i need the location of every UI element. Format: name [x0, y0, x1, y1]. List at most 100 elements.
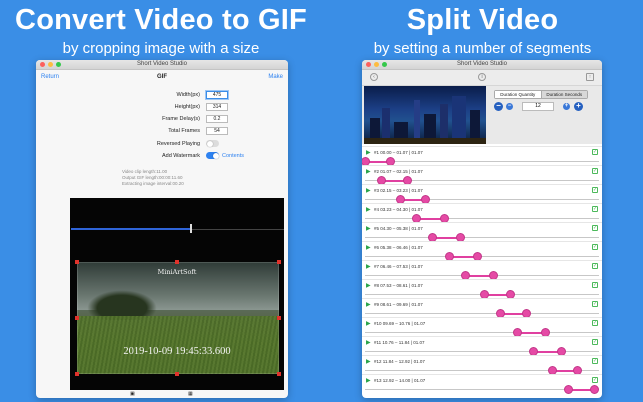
segment-checkbox[interactable]: ✓ — [592, 301, 598, 307]
play-icon[interactable]: ▶ — [366, 187, 371, 194]
play-icon[interactable]: ▶ — [366, 149, 371, 156]
play-icon[interactable]: ▶ — [366, 377, 371, 384]
split-subline: by setting a number of segments — [373, 40, 592, 57]
increase-button[interactable]: + — [563, 103, 570, 110]
segment-checkbox[interactable]: ✓ — [592, 206, 598, 212]
play-icon[interactable]: ▶ — [366, 225, 371, 232]
height-label: Height(px) — [174, 104, 200, 110]
grid-icon[interactable]: ▦ — [188, 391, 193, 397]
split-mode-segmented-control: Duration Quantity Duration Seconds — [494, 90, 588, 99]
segment-checkbox[interactable]: ✓ — [592, 168, 598, 174]
width-row: Width(px) 475 — [36, 91, 288, 100]
segment-checkbox[interactable]: ✓ — [592, 339, 598, 345]
crop-handle-bottom[interactable] — [175, 372, 179, 376]
segment-label: #5 04.30 – 05.38 | 01.07 — [374, 226, 423, 231]
height-row: Height(px) 314 — [36, 103, 288, 112]
segment-row: ▶ #9 08.61 – 09.69 | 01.07 ✓ — [362, 298, 602, 319]
crop-handle-right[interactable] — [277, 316, 281, 320]
segment-row: ▶ #4 03.23 – 04.30 | 01.07 ✓ — [362, 203, 602, 224]
contents-link[interactable]: Contents — [222, 153, 244, 159]
segment-label: #9 08.61 – 09.69 | 01.07 — [374, 302, 423, 307]
total-frames-input[interactable]: 54 — [206, 127, 228, 135]
make-button[interactable]: Make — [268, 74, 283, 80]
width-input[interactable]: 475 — [206, 91, 228, 99]
play-icon[interactable]: ▶ — [366, 358, 371, 365]
info-icon[interactable]: i — [478, 73, 486, 81]
segment-checkbox[interactable]: ✓ — [592, 149, 598, 155]
decrease-large-button[interactable]: − — [494, 102, 503, 111]
split-window: Short Video Studio ‹ i ↑ Duration Quanti… — [362, 60, 602, 398]
add-watermark-toggle[interactable] — [206, 152, 219, 159]
segment-label: #7 06.46 – 07.53 | 01.07 — [374, 264, 423, 269]
play-icon[interactable]: ▶ — [366, 168, 371, 175]
segment-row: ▶ #6 05.38 – 06.46 | 01.07 ✓ — [362, 241, 602, 262]
segment-row: ▶ #11 10.76 – 11.84 | 01.07 ✓ — [362, 336, 602, 357]
segment-track — [365, 313, 599, 314]
reversed-playing-toggle[interactable] — [206, 140, 219, 147]
timestamp-text: 2019-10-09 19:45:33.600 — [123, 346, 231, 357]
segment-checkbox[interactable]: ✓ — [592, 320, 598, 326]
gif-headline: Convert Video to GIF — [15, 4, 307, 36]
share-icon[interactable]: ↑ — [586, 73, 594, 81]
segment-checkbox[interactable]: ✓ — [592, 358, 598, 364]
playback-track[interactable] — [189, 228, 284, 230]
play-icon[interactable]: ▶ — [366, 263, 371, 270]
increase-large-button[interactable]: + — [574, 102, 583, 111]
split-toolbar: ‹ i ↑ — [362, 70, 602, 86]
segment-row: ▶ #3 02.15 – 03.23 | 01.07 ✓ — [362, 184, 602, 205]
split-headline: Split Video — [406, 4, 559, 36]
crop-icon[interactable]: ▣ — [130, 391, 135, 397]
gif-window: Short Video Studio Return GIF Make Width… — [36, 60, 288, 398]
play-icon[interactable]: ▶ — [366, 320, 371, 327]
segment-track — [365, 161, 599, 162]
play-icon[interactable]: ▶ — [366, 339, 371, 346]
segment-checkbox[interactable]: ✓ — [592, 282, 598, 288]
crop-handle-br[interactable] — [277, 372, 281, 376]
segment-end-handle[interactable] — [589, 385, 599, 394]
mode-duration-seconds[interactable]: Duration Seconds — [540, 91, 587, 98]
play-icon[interactable]: ▶ — [366, 301, 371, 308]
play-icon[interactable]: ▶ — [366, 282, 371, 289]
play-icon[interactable]: ▶ — [366, 206, 371, 213]
segment-checkbox[interactable]: ✓ — [592, 263, 598, 269]
crop-handle-bl[interactable] — [75, 372, 79, 376]
reversed-playing-label: Reversed Playing — [156, 141, 200, 147]
height-input[interactable]: 314 — [206, 103, 228, 111]
frame-delay-input[interactable]: 0.2 — [206, 115, 228, 123]
frame-delay-label: Frame Delay(s) — [162, 116, 200, 122]
gif-subline: by cropping image with a size — [62, 40, 260, 57]
segment-row: ▶ #1 00.00 – 01.07 | 01.07 ✓ — [362, 146, 602, 167]
segment-row: ▶ #8 07.53 – 08.61 | 01.07 ✓ — [362, 279, 602, 300]
nav-title: GIF — [157, 74, 167, 80]
video-thumbnail — [364, 86, 486, 144]
add-watermark-label: Add Watermark — [161, 153, 200, 159]
segment-track — [365, 256, 599, 257]
crop-handle-tr[interactable] — [277, 260, 281, 264]
segment-start-handle[interactable] — [564, 385, 574, 394]
back-icon[interactable]: ‹ — [370, 73, 378, 81]
segment-checkbox[interactable]: ✓ — [592, 244, 598, 250]
decrease-button[interactable]: − — [506, 103, 513, 110]
segment-checkbox[interactable]: ✓ — [592, 377, 598, 383]
segment-row: ▶ #5 04.30 – 05.38 | 01.07 ✓ — [362, 222, 602, 243]
play-icon[interactable]: ▶ — [366, 244, 371, 251]
crop-handle-left[interactable] — [75, 316, 79, 320]
playback-progress[interactable] — [71, 228, 191, 230]
frame-delay-row: Frame Delay(s) 0.2 — [36, 115, 288, 124]
playback-handle[interactable] — [189, 224, 192, 233]
segment-checkbox[interactable]: ✓ — [592, 187, 598, 193]
segment-count-input[interactable]: 12 — [522, 102, 554, 111]
segment-row: ▶ #13 12.92 – 14.00 | 01.07 ✓ — [362, 374, 602, 395]
crop-handle-top[interactable] — [175, 260, 179, 264]
info-interval: Extracting image interval:00.20 — [122, 181, 184, 186]
crop-area[interactable] — [77, 262, 279, 374]
segment-label: #10 09.69 – 10.76 | 01.07 — [374, 321, 426, 326]
total-frames-row: Total Frames 54 — [36, 127, 288, 136]
segment-row: ▶ #7 06.46 – 07.53 | 01.07 ✓ — [362, 260, 602, 281]
crop-handle-tl[interactable] — [75, 260, 79, 264]
mode-duration-quantity[interactable]: Duration Quantity — [495, 91, 541, 98]
segment-track — [365, 332, 599, 333]
gif-nav-bar: Return GIF Make — [36, 70, 288, 84]
total-frames-label: Total Frames — [168, 128, 200, 134]
segment-checkbox[interactable]: ✓ — [592, 225, 598, 231]
